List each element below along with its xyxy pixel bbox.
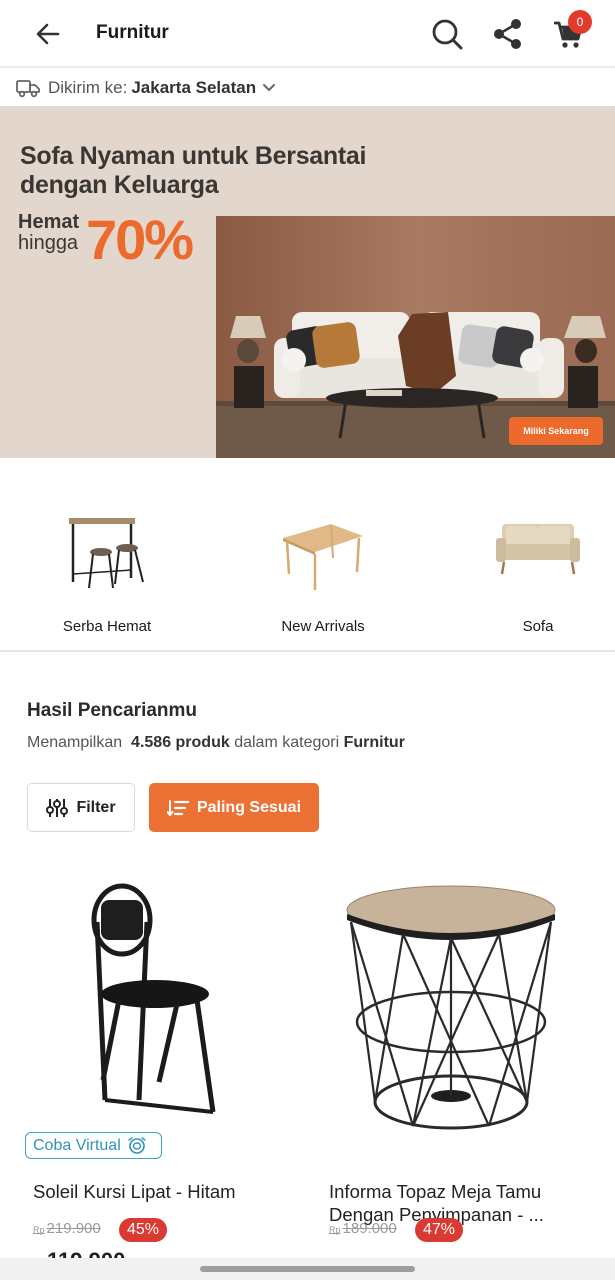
- sort-label: Paling Sesuai: [196, 798, 302, 816]
- sort-button[interactable]: Paling Sesuai: [149, 783, 319, 832]
- sofa-icon: [496, 524, 580, 575]
- truck-icon: [16, 80, 40, 98]
- product-card[interactable]: Soleil Kursi Lipat - Hitam Rp 219.900 45%…: [27, 870, 322, 1280]
- wooden-table-icon: [283, 524, 363, 590]
- currency-label: Rp: [33, 1225, 45, 1235]
- discount-badge: 47%: [415, 1218, 464, 1242]
- search-button[interactable]: [427, 14, 467, 54]
- results-title: Hasil Pencarianmu: [27, 700, 198, 721]
- share-button[interactable]: [488, 14, 528, 54]
- delivery-city: Jakarta Selatan: [131, 78, 257, 97]
- wire-side-table-image: [346, 885, 556, 1130]
- product-name: Soleil Kursi Lipat - Hitam: [33, 1181, 236, 1202]
- search-icon: [432, 19, 463, 50]
- chevron-down-icon: [263, 84, 276, 91]
- promo-banner[interactable]: Sofa Nyaman untuk Bersantai dengan Kelua…: [0, 106, 615, 458]
- summary-middle: dalam kategori: [234, 734, 340, 751]
- currency-label: Rp: [329, 1225, 341, 1235]
- filter-button[interactable]: Filter: [27, 783, 135, 832]
- try-virtual-badge[interactable]: Coba Virtual: [25, 1132, 162, 1159]
- ar-icon: [128, 1136, 146, 1154]
- category-label: New Arrivals: [281, 618, 365, 635]
- bar-table-stools-icon: [69, 518, 144, 589]
- results-category: Furnitur: [343, 734, 405, 751]
- system-navigation-bar: [0, 1258, 615, 1280]
- banner-hemat-text: Hemat hingga: [18, 212, 79, 254]
- old-price-value: 189.000: [342, 1220, 397, 1237]
- discount-badge: 45%: [119, 1218, 168, 1242]
- category-label: Sofa: [522, 618, 554, 635]
- category-row: Serba Hemat New Arrivals Sofa: [0, 458, 615, 652]
- filter-label: Filter: [76, 798, 116, 816]
- banner-headline: Sofa Nyaman untuk Bersantai dengan Kelua…: [20, 142, 366, 200]
- banner-discount: 70%: [86, 208, 194, 271]
- try-virtual-label: Coba Virtual: [33, 1136, 121, 1154]
- folding-chair-image: [91, 883, 216, 1114]
- product-old-price: Rp 219.900: [33, 1220, 101, 1237]
- category-sofa[interactable]: Sofa: [448, 488, 615, 638]
- old-price-value: 219.900: [46, 1220, 101, 1237]
- cart-count-badge: 0: [568, 10, 592, 34]
- delivery-location-selector[interactable]: Dikirim ke: Jakarta Selatan: [0, 70, 615, 106]
- category-new-arrivals[interactable]: New Arrivals: [233, 488, 413, 638]
- results-summary: Menampilkan 4.586 produk dalam kategori …: [27, 734, 405, 752]
- share-icon: [494, 19, 521, 49]
- sort-icon: [166, 799, 189, 816]
- home-indicator[interactable]: [200, 1266, 415, 1272]
- banner-hingga: hingga: [18, 232, 79, 254]
- banner-hemat: Hemat: [18, 211, 80, 233]
- banner-headline-line1: Sofa Nyaman untuk Bersantai: [20, 142, 367, 170]
- back-button[interactable]: [30, 16, 66, 52]
- top-app-bar: Furnitur 0: [0, 0, 615, 68]
- product-old-price: Rp 189.000: [329, 1220, 397, 1237]
- summary-prefix: Menampilkan: [27, 734, 123, 751]
- category-label: Serba Hemat: [62, 618, 152, 635]
- back-arrow-icon: [36, 23, 60, 45]
- banner-cta-button[interactable]: Miliki Sekarang: [509, 417, 603, 445]
- banner-headline-line2: dengan Keluarga: [20, 171, 219, 199]
- results-count: 4.586 produk: [131, 734, 230, 751]
- product-card[interactable]: Informa Topaz Meja Tamu Dengan Penyimpan…: [323, 870, 615, 1280]
- page-title: Furnitur: [96, 22, 169, 43]
- delivery-label: Dikirim ke:: [48, 78, 128, 97]
- category-serba-hemat[interactable]: Serba Hemat: [17, 488, 197, 638]
- sliders-icon: [46, 798, 69, 817]
